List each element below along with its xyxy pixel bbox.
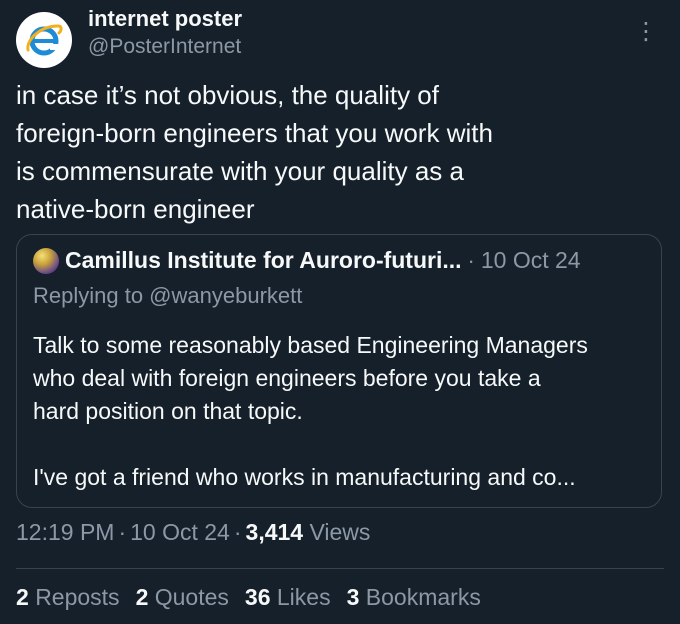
tweet-time[interactable]: 12:19 PM — [16, 519, 114, 545]
bookmarks-label: Bookmarks — [365, 584, 481, 610]
quoted-author-avatar[interactable] — [33, 247, 59, 274]
author-handle[interactable]: @PosterInternet — [88, 32, 242, 62]
quoted-tweet-date[interactable]: 10 Oct 24 — [481, 247, 581, 274]
internet-explorer-icon — [26, 24, 63, 56]
quoted-line: Talk to some reasonably based Engineerin… — [33, 332, 588, 358]
quoted-author-name[interactable]: Camillus Institute for Auroro-futuri... — [65, 247, 462, 274]
bookmarks-count: 3 — [346, 584, 360, 610]
likes-label: Likes — [276, 584, 331, 610]
engagement-stats: 2 Reposts 2 Quotes 36 Likes 3 Bookmarks — [16, 584, 497, 611]
more-options-icon[interactable]: ⋮ — [634, 20, 658, 44]
views-count: 3,414 — [245, 519, 304, 545]
bookmarks-stat[interactable]: 3 Bookmarks — [347, 584, 481, 611]
likes-stat[interactable]: 36 Likes — [245, 584, 331, 611]
tweet-line: native-born engineer — [16, 194, 255, 224]
separator-dot: · — [233, 519, 242, 545]
tweet-text: in case it’s not obvious, the quality of… — [16, 76, 656, 228]
quoted-line: who deal with foreign engineers before y… — [33, 365, 541, 391]
replying-to: Replying to @wanyeburkett — [33, 283, 303, 308]
views-label: Views — [309, 519, 371, 545]
quoted-tweet-header: Camillus Institute for Auroro-futuri... … — [33, 247, 581, 274]
separator-dot: · — [118, 519, 127, 545]
tweet-date[interactable]: 10 Oct 24 — [130, 519, 230, 545]
quoted-tweet-body: Talk to some reasonably based Engineerin… — [33, 329, 653, 494]
quoted-tweet[interactable]: Camillus Institute for Auroro-futuri... … — [16, 234, 662, 508]
separator-dot: · — [467, 247, 475, 273]
quoted-line: hard position on that topic. — [33, 398, 303, 424]
author-avatar[interactable] — [16, 12, 72, 68]
likes-count: 36 — [244, 584, 271, 610]
tweet-line: in case it’s not obvious, the quality of — [16, 80, 439, 110]
quotes-label: Quotes — [154, 584, 229, 610]
reposts-stat[interactable]: 2 Reposts — [16, 584, 120, 611]
quotes-stat[interactable]: 2 Quotes — [136, 584, 229, 611]
reposts-count: 2 — [16, 584, 29, 610]
tweet-line: foreign-born engineers that you work wit… — [16, 118, 493, 148]
quoted-line: I've got a friend who works in manufactu… — [33, 464, 576, 490]
reposts-label: Reposts — [35, 584, 120, 610]
divider — [16, 568, 664, 569]
quotes-count: 2 — [135, 584, 149, 610]
tweet-meta: 12:19 PM · 10 Oct 24 · 3,414 Views — [16, 519, 370, 546]
tweet-line: is commensurate with your quality as a — [16, 156, 464, 186]
tweet-header: internet poster @PosterInternet ⋮ — [16, 6, 664, 68]
author-display-name[interactable]: internet poster — [88, 6, 242, 32]
